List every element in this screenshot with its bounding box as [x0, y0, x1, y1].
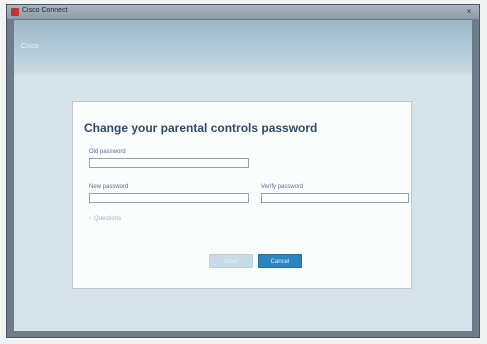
- app-window: Cisco Connect × Cisco Change your parent…: [6, 4, 480, 338]
- app-logo-icon: [11, 8, 19, 16]
- new-password-input[interactable]: [90, 202, 248, 210]
- banner-label: Cisco: [21, 43, 39, 50]
- questions-link-label: Questions: [94, 216, 122, 222]
- window-title: Cisco Connect: [22, 7, 68, 14]
- save-button[interactable]: Save: [209, 254, 253, 268]
- header-banner: Cisco: [14, 20, 472, 75]
- new-password-field[interactable]: [89, 193, 249, 210]
- new-password-label: New password: [89, 184, 129, 190]
- change-password-dialog: Change your parental controls password O…: [72, 101, 412, 289]
- dialog-title: Change your parental controls password: [84, 121, 318, 135]
- old-password-input[interactable]: [90, 167, 248, 175]
- verify-password-input[interactable]: [262, 202, 408, 210]
- verify-password-field[interactable]: [261, 193, 409, 210]
- chevron-right-icon: ›: [89, 216, 91, 222]
- verify-password-label: Verify password: [261, 184, 304, 190]
- client-area: Cisco Change your parental controls pass…: [14, 20, 472, 331]
- old-password-field[interactable]: [89, 158, 249, 175]
- old-password-label: Old password: [89, 149, 126, 155]
- cancel-button[interactable]: Cancel: [258, 254, 302, 268]
- title-bar[interactable]: Cisco Connect ×: [7, 5, 479, 19]
- questions-link[interactable]: › Questions: [89, 216, 121, 222]
- close-button[interactable]: ×: [463, 6, 475, 17]
